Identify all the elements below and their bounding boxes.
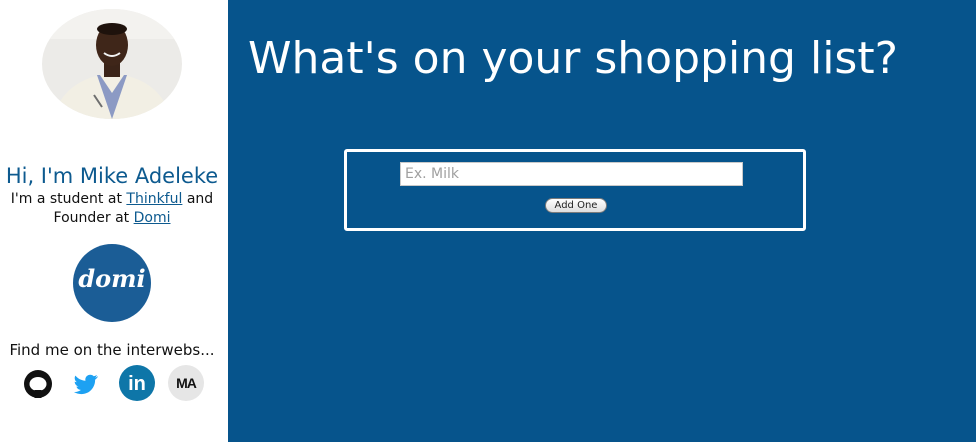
add-item-form: Add One [344,149,806,231]
personal-site-link[interactable]: MA [168,365,204,401]
main-panel: What's on your shopping list? Add One [228,0,976,442]
add-one-button[interactable]: Add One [545,198,607,213]
domi-logo-text: domi [78,264,146,293]
page-title: What's on your shopping list? [248,33,898,84]
domi-link[interactable]: Domi [134,210,171,226]
domi-logo[interactable]: domi [73,244,151,322]
bio-prefix: I'm a student at [10,191,127,207]
profile-photo-image [42,9,182,119]
thinkful-link[interactable]: Thinkful [126,191,182,207]
profile-photo [42,9,182,119]
item-input[interactable] [400,162,743,186]
ma-label: MA [176,375,197,391]
bio-text: I'm a student at Thinkful and Founder at… [0,190,224,228]
find-me-text: Find me on the interwebs... [9,341,215,359]
linkedin-icon: in [119,365,155,401]
ma-monogram-icon: MA [168,365,204,401]
greeting-heading: Hi, I'm Mike Adeleke [5,164,219,188]
linkedin-link[interactable]: in [119,365,155,401]
twitter-icon [73,374,98,395]
sidebar: Hi, I'm Mike Adeleke I'm a student at Th… [0,0,228,442]
github-icon [24,370,52,398]
github-link[interactable] [20,365,56,401]
twitter-link[interactable] [69,365,105,401]
linkedin-label: in [128,373,146,395]
